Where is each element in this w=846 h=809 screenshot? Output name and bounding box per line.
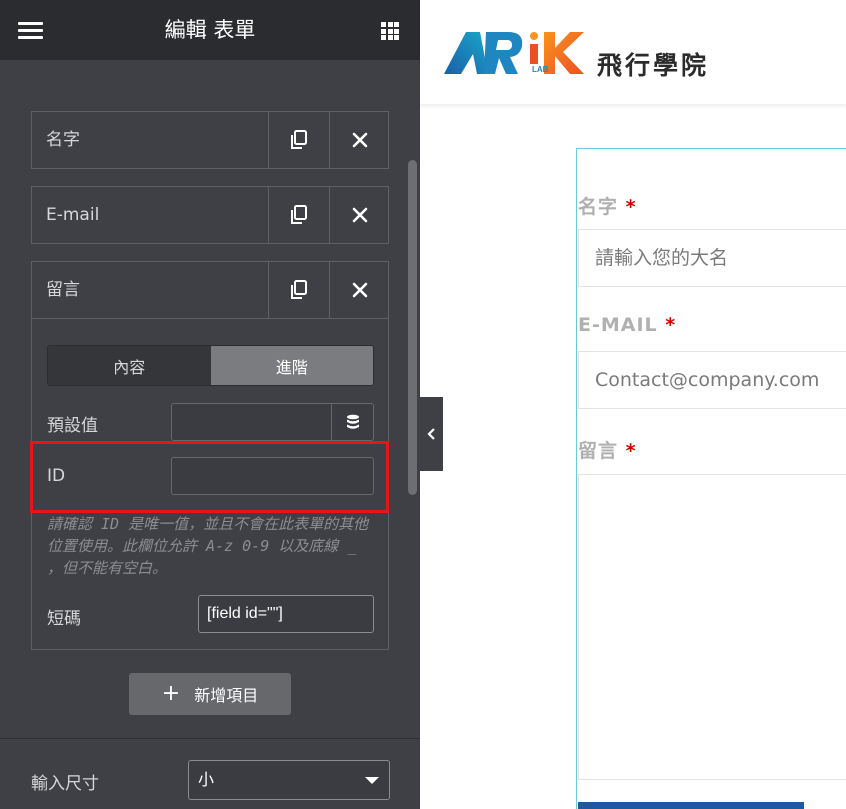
close-icon <box>352 282 367 298</box>
panel-scrollbar[interactable] <box>408 160 417 495</box>
id-help-text: 請確認 ID 是唯一值，並且不會在此表單的其他位置使用。此欄位允許 A-z 0-… <box>47 515 369 577</box>
widgets-grid-icon[interactable] <box>381 22 399 40</box>
plus-icon: + <box>161 681 181 706</box>
shortcode-field[interactable]: [field id=""] <box>198 595 374 633</box>
copy-icon <box>291 130 307 149</box>
panel-header: 編輯 表單 <box>0 0 420 60</box>
tab-advanced[interactable]: 進階 <box>210 346 373 385</box>
input-size-label: 輸入尺寸 <box>31 774 99 794</box>
duplicate-button[interactable] <box>268 187 329 243</box>
copy-icon <box>291 205 307 224</box>
form-item-label: 留言 <box>46 280 80 300</box>
add-item-label: 新增項目 <box>194 686 259 705</box>
chevron-left-icon <box>427 428 435 440</box>
required-mark: * <box>625 196 637 218</box>
required-mark: * <box>625 440 637 462</box>
form-label-email: E-MAIL * <box>578 314 676 336</box>
field-label-text: 留言 <box>578 440 619 462</box>
name-input[interactable]: 請輸入您的大名 <box>578 229 846 287</box>
collapse-panel-button[interactable] <box>420 397 443 471</box>
message-textarea[interactable] <box>578 474 846 780</box>
field-label-text: 名字 <box>578 196 619 218</box>
required-mark: * <box>665 314 677 336</box>
form-item-name[interactable]: 名字 <box>31 111 389 169</box>
close-icon <box>352 207 367 223</box>
form-item-message[interactable]: 留言 <box>31 261 389 319</box>
logo-graphic <box>444 32 584 74</box>
submit-button[interactable] <box>578 802 804 809</box>
form-item-label: 名字 <box>46 130 80 150</box>
section-divider <box>0 738 420 739</box>
editor-panel: 編輯 表單 名字 E-mail 留言 內容 進階 預設值 ID 請確認 ID 是… <box>0 0 420 809</box>
form-item-email[interactable]: E-mail <box>31 186 389 244</box>
duplicate-button[interactable] <box>268 112 329 168</box>
form-item-label: E-mail <box>46 205 100 225</box>
email-input[interactable]: Contact@company.com <box>578 351 846 409</box>
settings-tabs: 內容 進階 <box>47 345 374 386</box>
close-icon <box>352 132 367 148</box>
remove-button[interactable] <box>329 187 389 243</box>
default-value-input[interactable] <box>171 403 332 441</box>
remove-button[interactable] <box>329 262 389 318</box>
logo-text: 飛行學院 <box>597 51 710 80</box>
form-label-name: 名字 * <box>578 192 637 219</box>
form-label-message: 留言 * <box>578 436 637 463</box>
panel-title: 編輯 表單 <box>164 18 256 42</box>
copy-icon <box>291 280 307 299</box>
remove-button[interactable] <box>329 112 389 168</box>
tab-content[interactable]: 內容 <box>48 346 211 385</box>
shortcode-label: 短碼 <box>47 609 81 629</box>
field-label-text: E-MAIL <box>578 314 658 336</box>
site-logo[interactable]: LAB <box>444 28 589 78</box>
duplicate-button[interactable] <box>268 262 329 318</box>
dynamic-tags-button[interactable] <box>331 403 374 441</box>
default-value-label: 預設值 <box>47 416 98 436</box>
id-field-highlight <box>30 441 389 513</box>
chevron-down-icon <box>365 777 379 784</box>
input-size-select[interactable]: 小 <box>188 760 390 800</box>
database-icon <box>346 414 359 429</box>
add-item-button[interactable]: + 新增項目 <box>129 673 291 715</box>
logo-sub-text: LAB <box>532 65 549 74</box>
input-size-value: 小 <box>198 770 215 789</box>
